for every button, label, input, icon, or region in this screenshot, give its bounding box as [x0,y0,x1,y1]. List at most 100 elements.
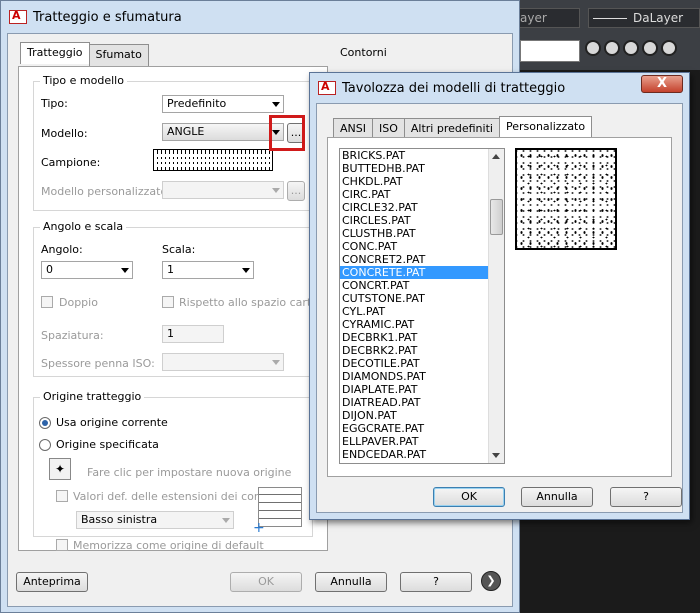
scroll-down-icon[interactable] [492,453,500,458]
palette-body: ANSI ISO Altri predefiniti Personalizzat… [316,103,683,513]
scala-label: Scala: [162,243,196,256]
spessore-select[interactable] [162,353,284,371]
scroll-thumb[interactable] [490,199,503,235]
pattern-list-item[interactable]: CONCRET2.PAT [340,253,504,266]
brick-origin-icon [253,487,302,536]
pattern-list-item[interactable]: EGGCRATE.PAT [340,422,504,435]
personalizzato-select[interactable] [162,181,284,199]
scroll-up-icon[interactable] [492,154,500,159]
palette-ok-button[interactable]: OK [433,487,505,507]
ok-button[interactable]: OK [230,572,302,592]
modello-value: ANGLE [167,125,205,138]
group-tipo-modello-legend: Tipo e modello [40,74,127,87]
contorni-label: Contorni [340,46,387,59]
autocad-icon [9,9,27,24]
origine-specificata-label: Origine specificata [56,438,159,451]
doppio-label: Doppio [59,296,98,309]
spaziatura-value: 1 [167,327,174,340]
angolo-value: 0 [46,263,53,276]
expand-arrow-icon[interactable]: ❯ [481,571,501,591]
fare-clic-label: Fare clic per impostare nuova origine [87,466,292,479]
pattern-preview [515,148,617,250]
spessore-label: Spessore penna ISO: [41,357,155,370]
radio-origine-corrente[interactable] [39,417,51,429]
pattern-list-item[interactable]: ELLPAVER.PAT [340,435,504,448]
chevron-down-icon [121,268,129,273]
campione-label: Campione: [41,156,101,169]
pattern-list-item[interactable]: DECBRK2.PAT [340,344,504,357]
pattern-list-item[interactable]: ENDCEDAR.PAT [340,448,504,461]
valori-checkbox[interactable] [56,490,68,502]
palette-title: Tavolozza dei modelli di tratteggio [342,80,566,96]
pick-origin-icon[interactable]: ✦ [49,458,71,480]
radio-origine-specificata[interactable] [39,439,51,451]
pattern-list-item[interactable]: CUTSTONE.PAT [340,292,504,305]
spaziatura-input[interactable]: 1 [162,325,224,343]
tipo-value: Predefinito [167,97,227,110]
help-button[interactable]: ? [400,572,472,592]
scala-value: 1 [167,263,174,276]
browse-custom-button[interactable]: ... [287,181,305,201]
group-angolo-scala-legend: Angolo e scala [40,220,127,233]
annulla-button[interactable]: Annulla [315,572,387,592]
tab-personalizzato[interactable]: Personalizzato [498,116,593,138]
zoom-window-icon[interactable] [604,40,620,56]
personalizzato-label: Modello personalizzato: [41,185,171,198]
campione-swatch[interactable] [153,149,273,171]
chevron-down-icon [242,268,250,273]
pattern-list-item[interactable]: DECBRK1.PAT [340,331,504,344]
zoom-extents-icon[interactable] [623,40,639,56]
zoom-icon[interactable] [585,40,601,56]
dialog-title: Tratteggio e sfumatura [33,9,182,25]
zoom-in-icon[interactable] [642,40,658,56]
pattern-list-item[interactable]: DIJON.PAT [340,409,504,422]
highlight-box [269,115,305,151]
linetype-combo[interactable]: DaLayer [588,8,700,28]
pattern-list-item[interactable]: CYL.PAT [340,305,504,318]
dialog-titlebar: Tratteggio e sfumatura [1,1,519,33]
pattern-list-item[interactable]: CIRC.PAT [340,188,504,201]
chevron-down-icon [272,102,280,107]
pattern-list-item[interactable]: DIATREAD.PAT [340,396,504,409]
tab-sfumato[interactable]: Sfumato [88,44,149,66]
modello-select[interactable]: ANGLE [162,123,284,141]
tipo-select[interactable]: Predefinito [162,95,284,113]
list-scrollbar[interactable] [488,149,504,463]
dialog-tabs: Tratteggio Sfumato [20,42,149,66]
rispetto-checkbox[interactable] [162,296,174,308]
palette-help-button[interactable]: ? [610,487,682,507]
doppio-checkbox[interactable] [41,296,53,308]
pattern-list-item[interactable]: DIAPLATE.PAT [340,383,504,396]
pattern-list-item[interactable]: CONCRT.PAT [340,279,504,292]
anteprima-button[interactable]: Anteprima [16,572,88,592]
layer-combo[interactable]: ayer [515,8,580,28]
chevron-down-icon [222,518,230,523]
pattern-list-item[interactable]: BRICKS.PAT [340,149,504,162]
memorizza-checkbox[interactable] [56,539,68,551]
pattern-list-item[interactable]: DIAMONDS.PAT [340,370,504,383]
palette-annulla-button[interactable]: Annulla [521,487,593,507]
white-field[interactable] [520,40,580,62]
valori-label: Valori def. delle estensioni dei contorn… [73,490,287,503]
zoom-out-icon[interactable] [661,40,677,56]
pattern-list-item[interactable]: CYRAMIC.PAT [340,318,504,331]
pattern-list-item[interactable]: CHKDL.PAT [340,175,504,188]
scala-select[interactable]: 1 [162,261,254,279]
chevron-down-icon [272,188,280,193]
pattern-list-item[interactable]: CIRCLE32.PAT [340,201,504,214]
close-button[interactable]: X [641,75,683,93]
spaziatura-label: Spaziatura: [41,329,104,342]
angolo-label: Angolo: [41,243,83,256]
pattern-list[interactable]: BRICKS.PAT BUTTEDHB.PAT CHKDL.PAT CIRC.PAT C… [339,148,505,464]
pattern-list-item[interactable]: BUTTEDHB.PAT [340,162,504,175]
basso-value: Basso sinistra [81,513,158,526]
pattern-list-item[interactable]: DECOTILE.PAT [340,357,504,370]
tab-tratteggio[interactable]: Tratteggio [20,42,90,64]
angolo-select[interactable]: 0 [41,261,133,279]
pattern-list-item[interactable]: CONCRETE.PAT [340,266,504,279]
pattern-list-item[interactable]: CIRCLES.PAT [340,214,504,227]
pattern-list-item[interactable]: CONC.PAT [340,240,504,253]
basso-select[interactable]: Basso sinistra [76,511,234,529]
pattern-list-item[interactable]: CLUSTHB.PAT [340,227,504,240]
zoom-toolbar [585,40,680,59]
